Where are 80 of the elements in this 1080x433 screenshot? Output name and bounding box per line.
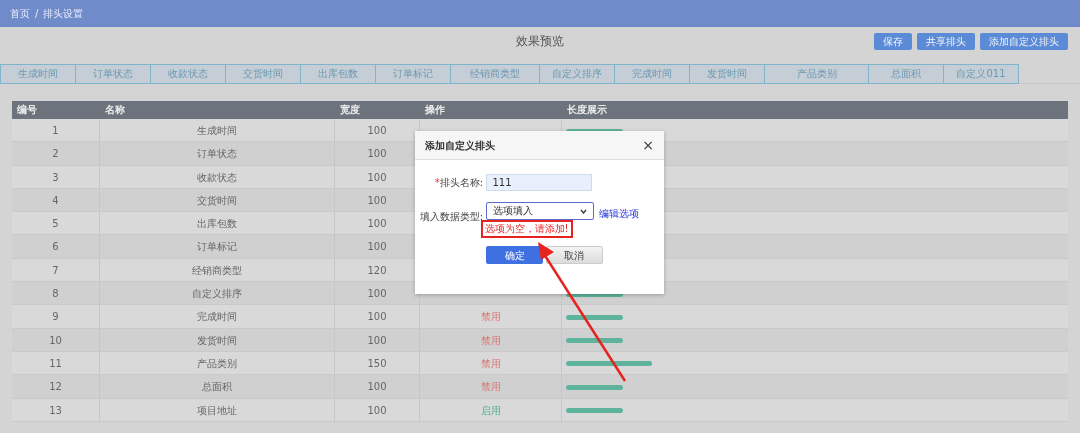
table-cell: 150 <box>367 357 387 369</box>
disable-link[interactable]: 禁用 <box>480 357 501 369</box>
table-cell: 9 <box>52 311 59 323</box>
table-cell: 3 <box>52 171 59 183</box>
table-cell: 生成时间 <box>197 125 237 136</box>
table-cell: 项目地址 <box>197 404 237 416</box>
table-cell: 5 <box>52 218 59 230</box>
table-cell: 100 <box>367 218 387 230</box>
column-header: 长度展示 <box>567 104 607 115</box>
column-tab[interactable]: 订单状态 <box>75 64 151 84</box>
table-cell: 出库包数 <box>197 218 237 230</box>
table-cell: 2 <box>52 148 59 160</box>
table-cell: 120 <box>367 264 387 276</box>
column-tab[interactable]: 经销商类型 <box>450 64 540 84</box>
table-cell: 发货时间 <box>197 334 237 346</box>
error-message: 选项为空，请添加! <box>483 222 570 236</box>
breadcrumb-current: 排头设置 <box>43 7 84 21</box>
table-cell: 经销商类型 <box>192 264 242 276</box>
table-cell: 6 <box>52 241 59 253</box>
column-tab[interactable]: 自定义排序 <box>539 64 615 84</box>
share-button[interactable]: 共享排头 <box>917 33 975 50</box>
column-header: 名称 <box>105 104 125 115</box>
enable-link[interactable]: 启用 <box>480 404 501 416</box>
column-tab[interactable]: 生成时间 <box>0 64 76 84</box>
disable-link[interactable]: 禁用 <box>480 311 501 323</box>
table-cell: 订单状态 <box>197 148 237 160</box>
column-tab[interactable]: 发货时间 <box>689 64 765 84</box>
table-cell: 4 <box>52 194 59 206</box>
close-button[interactable]: × <box>642 138 654 152</box>
preview-title: 效果预览 <box>516 34 564 48</box>
field-label: *排头名称: <box>433 176 483 190</box>
save-button[interactable]: 保存 <box>874 33 912 50</box>
table-cell: 完成时间 <box>197 311 237 323</box>
table-cell: 1 <box>52 125 59 136</box>
table-cell: 总面积 <box>202 381 232 393</box>
column-header: 操作 <box>425 104 445 115</box>
table-cell: 100 <box>367 334 387 346</box>
table-cell: 100 <box>367 125 387 136</box>
disable-link[interactable]: 禁用 <box>480 381 501 393</box>
dialog-title: 添加自定义排头 <box>425 138 495 153</box>
column-tab[interactable]: 交货时间 <box>225 64 301 84</box>
column-tab[interactable]: 完成时间 <box>614 64 690 84</box>
table-cell: 收款状态 <box>197 171 237 183</box>
cancel-button[interactable]: 取消 <box>545 246 603 264</box>
field-label: 填入数据类型: <box>418 210 483 224</box>
table-cell: 产品类别 <box>197 357 237 369</box>
table-cell: 11 <box>49 357 62 369</box>
edit-options-link[interactable]: 编辑选项 <box>598 206 639 221</box>
column-tab[interactable]: 自定义011 <box>943 64 1019 84</box>
table-cell: 12 <box>49 381 62 393</box>
disable-link[interactable]: 禁用 <box>480 334 501 346</box>
name-input[interactable]: 111 <box>485 174 592 191</box>
table-cell: 10 <box>49 334 62 346</box>
table-cell: 订单标记 <box>197 241 237 253</box>
caret-icon <box>579 208 587 214</box>
confirm-button[interactable]: 确定 <box>486 246 544 264</box>
breadcrumb-link[interactable]: 首页 <box>10 6 30 21</box>
table-cell: 自定义排序 <box>192 288 242 300</box>
table-cell: 7 <box>52 264 59 276</box>
table-cell: 100 <box>367 148 387 160</box>
column-header: 宽度 <box>340 104 360 115</box>
breadcrumb-separator: / <box>35 7 39 21</box>
column-tab[interactable]: 总面积 <box>868 64 944 84</box>
column-tab[interactable]: 出库包数 <box>300 64 376 84</box>
add-column-button[interactable]: 添加自定义排头 <box>980 33 1068 50</box>
type-select[interactable]: 选项填入 <box>485 202 594 220</box>
table-cell: 100 <box>367 404 387 416</box>
column-header: 编号 <box>17 104 37 115</box>
table-cell: 交货时间 <box>197 194 237 206</box>
table-cell: 100 <box>367 194 387 206</box>
table-cell: 100 <box>367 381 387 393</box>
table-cell: 100 <box>367 171 387 183</box>
column-tab[interactable]: 订单标记 <box>375 64 451 84</box>
table-cell: 13 <box>49 404 62 416</box>
table-cell: 8 <box>52 288 59 300</box>
column-tab[interactable]: 产品类别 <box>764 64 869 84</box>
table-cell: 100 <box>367 288 387 300</box>
column-tab[interactable]: 收款状态 <box>150 64 226 84</box>
table-cell: 100 <box>367 241 387 253</box>
table-cell: 100 <box>367 311 387 323</box>
